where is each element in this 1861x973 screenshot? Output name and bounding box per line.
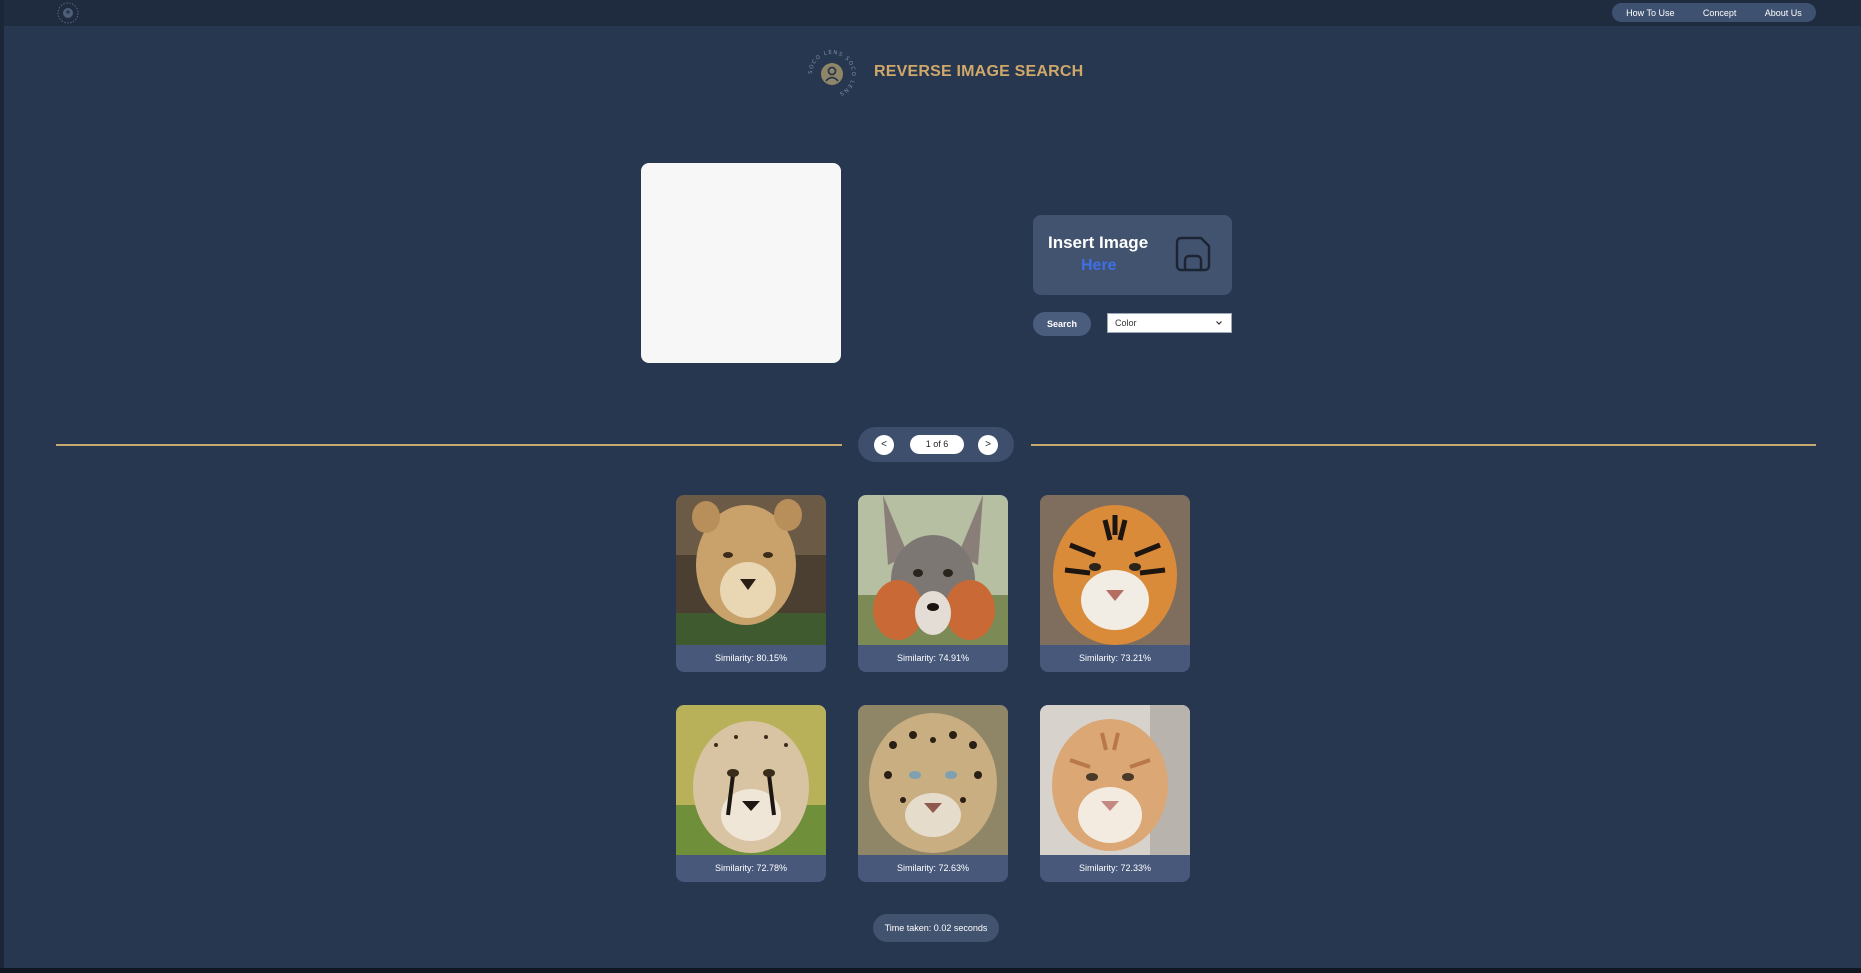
window-bottom-edge: [0, 968, 1861, 973]
nav-about-us[interactable]: About Us: [1765, 8, 1802, 18]
page-title: REVERSE IMAGE SEARCH: [874, 63, 1084, 80]
result-image-fox: [858, 495, 1008, 645]
time-taken-badge: Time taken: 0.02 seconds: [873, 914, 999, 942]
dropzone-here-link[interactable]: Here: [1081, 257, 1117, 275]
top-bar: How To Use Concept About Us: [4, 0, 1861, 26]
page-indicator: 1 of 6: [910, 435, 964, 454]
nav-concept[interactable]: Concept: [1703, 8, 1737, 18]
search-button[interactable]: Search: [1033, 312, 1091, 336]
search-mode-select[interactable]: Color: [1107, 313, 1232, 333]
prev-page-button[interactable]: <: [874, 435, 894, 455]
brand-logo-icon: SOCO LENS SOCO LENS: [808, 50, 855, 97]
result-card[interactable]: Similarity: 72.33%: [1040, 705, 1190, 882]
result-card[interactable]: Similarity: 74.91%: [858, 495, 1008, 672]
image-dropzone[interactable]: Insert Image Here: [1033, 215, 1232, 295]
divider-left: [56, 444, 842, 446]
similarity-label: Similarity: 72.78%: [714, 863, 788, 873]
similarity-label: Similarity: 72.33%: [1078, 863, 1152, 873]
result-image-golden-tiger: [1040, 705, 1190, 855]
file-icon: [1175, 236, 1211, 272]
next-page-button[interactable]: >: [978, 435, 998, 455]
pagination: < 1 of 6 >: [858, 427, 1014, 462]
page: How To Use Concept About Us SOCO LENS SO…: [4, 0, 1861, 968]
query-image-preview: [641, 163, 841, 363]
result-card[interactable]: Similarity: 72.78%: [676, 705, 826, 882]
search-mode-value: Color: [1115, 318, 1137, 328]
similarity-label: Similarity: 73.21%: [1078, 653, 1152, 663]
nav-how-to-use[interactable]: How To Use: [1626, 8, 1674, 18]
similarity-label: Similarity: 74.91%: [896, 653, 970, 663]
result-card[interactable]: Similarity: 72.63%: [858, 705, 1008, 882]
result-image-cheetah: [676, 705, 826, 855]
result-image-lioness: [676, 495, 826, 645]
nav-menu: How To Use Concept About Us: [1612, 3, 1816, 22]
result-card[interactable]: Similarity: 80.15%: [676, 495, 826, 672]
result-image-leopard: [858, 705, 1008, 855]
divider-right: [1031, 444, 1816, 446]
similarity-label: Similarity: 72.63%: [896, 863, 970, 873]
logo-icon[interactable]: [56, 1, 80, 25]
similarity-label: Similarity: 80.15%: [714, 653, 788, 663]
result-image-tiger: [1040, 495, 1190, 645]
chevron-down-icon: [1216, 321, 1222, 325]
result-card[interactable]: Similarity: 73.21%: [1040, 495, 1190, 672]
dropzone-title: Insert Image: [1048, 233, 1149, 252]
